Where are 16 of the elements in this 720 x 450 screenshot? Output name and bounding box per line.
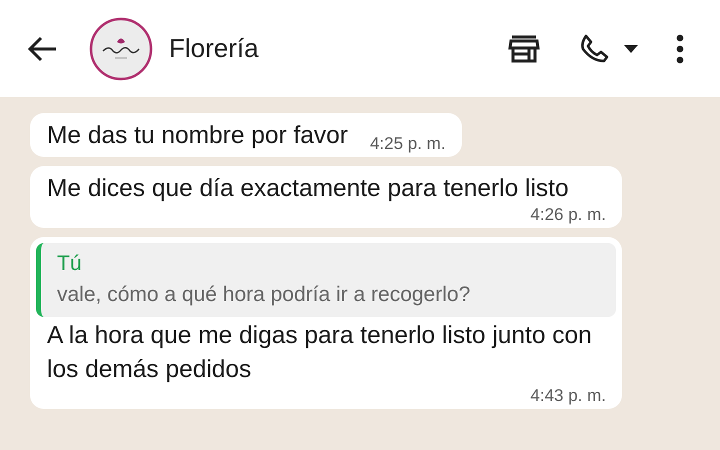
phone-icon[interactable] <box>578 32 610 64</box>
quoted-message[interactable]: Tú vale, cómo a qué hora podría ir a recogerlo? <box>36 243 616 317</box>
caret-icon[interactable] <box>624 44 638 52</box>
message-text: Me das tu nombre por favor <box>47 121 348 151</box>
message-text: Me dices que día exactamente para tenerlo listo <box>47 174 569 204</box>
menu-icon[interactable] <box>676 34 684 64</box>
message-time: 4:26 p. m. <box>529 206 606 224</box>
chat-title[interactable]: Florería <box>169 33 259 64</box>
message-time: 4:25 p. m. <box>368 135 446 153</box>
message-time: 4:43 p. m. <box>529 387 606 405</box>
avatar-logo-icon[interactable] <box>89 16 153 80</box>
message-text: A la hora que me digas para tenerlo listo junto con los demás pedidos <box>47 321 593 385</box>
store-icon[interactable] <box>508 32 540 64</box>
quote-author: Tú <box>57 251 83 277</box>
back-arrow-icon[interactable] <box>27 36 57 62</box>
quote-text: vale, cómo a qué hora podría ir a recogerlo? <box>57 282 472 308</box>
